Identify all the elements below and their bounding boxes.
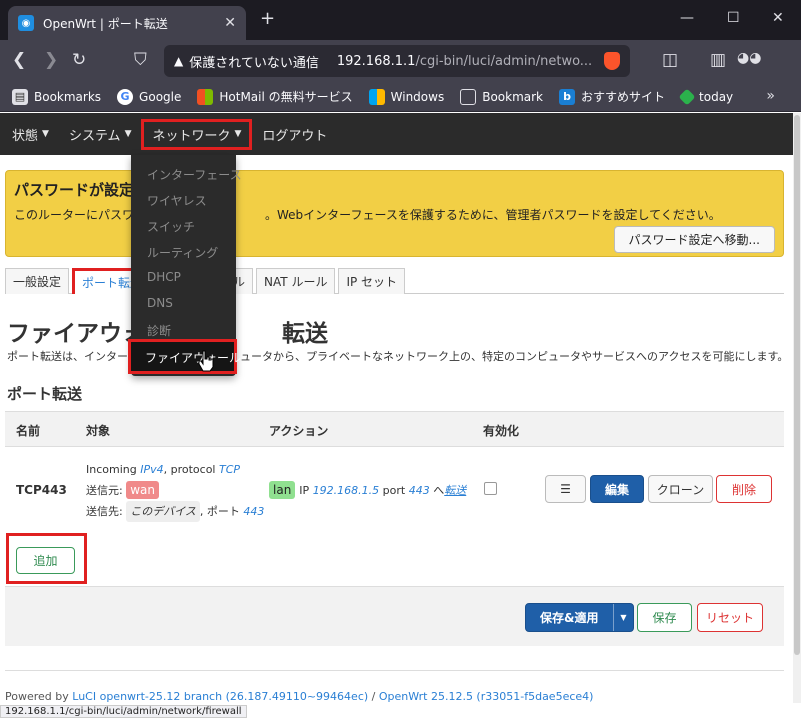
minimize-icon[interactable]: — (680, 10, 694, 26)
nav-status[interactable]: 状態 ▼ (12, 125, 49, 144)
network-dropdown-menu: インターフェース ワイヤレス スイッチ ルーティング DHCP DNS 診断 フ… (128, 155, 242, 376)
bookmark-item[interactable]: today (678, 88, 733, 105)
bing-icon: b (559, 88, 576, 105)
password-alert: パスワードが設定さ このルーターにパスワードが 。Webインターフェースを保護する… (5, 170, 784, 257)
bookmark-item[interactable]: b おすすめサイト (559, 88, 665, 105)
add-button[interactable]: 追加 (16, 547, 75, 574)
edit-button[interactable]: 編集 (590, 475, 644, 503)
folder-icon (460, 88, 477, 105)
table-header: 名前 対象 アクション 有効化 (5, 411, 784, 447)
url-path: /cgi-bin/luci/admin/netwo... (415, 53, 593, 69)
brave-shield-icon[interactable] (604, 52, 620, 70)
device-badge: このデバイス (126, 501, 200, 522)
more-bookmarks-icon[interactable]: » (766, 88, 775, 104)
menu-item-firewall[interactable]: ファイアウォール (128, 339, 241, 374)
rule-name: TCP443 (16, 483, 67, 497)
clone-button[interactable]: クローン (648, 475, 713, 503)
luci-link[interactable]: LuCI openwrt-25.12 branch (26.187.49110~… (72, 690, 368, 703)
reset-button[interactable]: リセット (697, 603, 763, 632)
bookmark-item[interactable]: G Google (117, 88, 181, 105)
nav-logout[interactable]: ログアウト (262, 125, 327, 144)
browser-tab-bar: ◉ OpenWrt | ポート転送 ✕ + — ☐ ✕ (0, 0, 801, 40)
hand-cursor-icon (198, 350, 214, 372)
header-name: 名前 (16, 424, 41, 438)
window-close-icon[interactable]: ✕ (772, 10, 784, 26)
menu-item-routing[interactable]: ルーティング (147, 244, 218, 261)
openwrt-link[interactable]: OpenWrt 25.12.5 (r33051-f5dae5ece4) (379, 690, 594, 703)
forward-icon[interactable]: ❯ (44, 50, 58, 70)
windows-icon (197, 88, 214, 105)
bookmark-item[interactable]: HotMail の無料サービス (197, 88, 353, 105)
zone-badge-wan: wan (126, 481, 159, 499)
menu-item-diagnostics[interactable]: 診断 (147, 322, 171, 339)
delete-button[interactable]: 削除 (716, 475, 772, 503)
header-action: アクション (269, 424, 329, 438)
google-icon: G (117, 88, 134, 105)
reload-icon[interactable]: ↻ (72, 50, 86, 70)
incognito-icon[interactable]: ◕◕ (737, 50, 761, 66)
tab-title: OpenWrt | ポート転送 (43, 16, 168, 31)
windows-icon (368, 88, 385, 105)
section-title: ポート転送 (7, 385, 83, 403)
table-row: TCP443 Incoming IPv4, protocol TCP 送信元: … (5, 447, 784, 531)
bookmark-item[interactable]: Windows (368, 88, 444, 105)
feedly-icon (678, 88, 696, 105)
maximize-icon[interactable]: ☐ (727, 10, 740, 26)
scrollbar-thumb[interactable] (794, 115, 800, 655)
divider (5, 670, 784, 671)
tab-nat-rules[interactable]: NAT ルール (256, 268, 336, 294)
page-description: ポート転送は、インターネ ュータから、プライベートなネットワーク上の、特定のコンピ… (7, 350, 789, 363)
rule-target: Incoming IPv4, protocol TCP 送信元: wan 送信先… (86, 459, 264, 522)
browser-toolbar: ❮ ❯ ↻ ⛉ ▲ 保護されていない通信 192.168.1.1/cgi-bin… (0, 40, 801, 82)
menu-item-switch[interactable]: スイッチ (147, 218, 195, 235)
nav-network[interactable]: ネットワーク ▼ (141, 118, 253, 150)
bookmark-item[interactable]: Bookmark (460, 88, 543, 105)
menu-item-wireless[interactable]: ワイヤレス (147, 192, 207, 209)
link-status-bar: 192.168.1.1/cgi-bin/luci/admin/network/f… (0, 705, 247, 718)
warning-icon: ▲ (174, 54, 184, 68)
rule-action: lan IP 192.168.1.5 port 443 へ転送 (269, 481, 466, 499)
caret-down-icon: ▼ (42, 129, 49, 139)
sidebar-icon[interactable]: ▥ (710, 50, 726, 70)
caret-down-icon: ▼ (234, 129, 242, 139)
header-target: 対象 (86, 424, 111, 438)
security-label: 保護されていない通信 (189, 55, 319, 71)
back-icon[interactable]: ❮ (12, 50, 26, 70)
openwrt-favicon-icon: ◉ (18, 15, 34, 31)
menu-item-interfaces[interactable]: インターフェース (147, 166, 242, 183)
menu-item-dns[interactable]: DNS (147, 296, 173, 310)
form-actions: 保存&適用 ▼ 保存 リセット (5, 586, 784, 646)
drag-menu-button[interactable]: ☰ (545, 475, 586, 503)
tab-close-icon[interactable]: ✕ (224, 15, 236, 31)
tab-ipset[interactable]: IP セット (338, 268, 406, 294)
page-scrollbar[interactable] (793, 113, 801, 703)
address-bar[interactable]: ▲ 保護されていない通信 192.168.1.1/cgi-bin/luci/ad… (164, 45, 630, 77)
goto-password-button[interactable]: パスワード設定へ移動... (613, 226, 775, 253)
save-button[interactable]: 保存 (637, 603, 692, 632)
bookmark-page-icon[interactable]: ⛉ (134, 50, 147, 70)
alert-text: このルーターにパスワードが 。Webインターフェースを保護するために、管理者パスワ… (14, 208, 721, 222)
enabled-checkbox[interactable] (484, 482, 497, 495)
save-apply-button[interactable]: 保存&適用 ▼ (525, 603, 634, 632)
new-tab-button[interactable]: + (260, 8, 275, 29)
port-forward-table: 名前 対象 アクション 有効化 TCP443 Incoming IPv4, pr… (5, 411, 784, 531)
browser-tab[interactable]: ◉ OpenWrt | ポート転送 ✕ (8, 6, 246, 40)
url-host: 192.168.1.1 (336, 53, 416, 69)
powered-by: Powered by LuCI openwrt-25.12 branch (26… (5, 690, 594, 703)
alert-title: パスワードが設定さ (14, 181, 150, 199)
bookmarks-icon: ▤ (12, 88, 28, 105)
nav-system[interactable]: システム ▼ (69, 125, 132, 144)
bookmarks-bar: ▤ Bookmarks G Google HotMail の無料サービス Windo… (0, 82, 801, 112)
zone-badge-lan: lan (269, 481, 296, 499)
reader-icon[interactable]: ◫ (662, 50, 678, 70)
bookmark-item[interactable]: ▤ Bookmarks (12, 88, 101, 105)
caret-down-icon: ▼ (124, 129, 132, 139)
menu-item-dhcp[interactable]: DHCP (147, 270, 181, 284)
firewall-tabs: 一般設定 ポート転送 ル NAT ルール IP セット (5, 268, 784, 294)
add-highlight: 追加 (6, 533, 87, 584)
luci-navbar: 状態 ▼ システム ▼ ネットワーク ▼ ログアウト (0, 113, 793, 155)
header-enabled: 有効化 (483, 424, 520, 438)
tab-general[interactable]: 一般設定 (5, 268, 70, 294)
dropdown-arrow-icon[interactable]: ▼ (613, 604, 633, 631)
